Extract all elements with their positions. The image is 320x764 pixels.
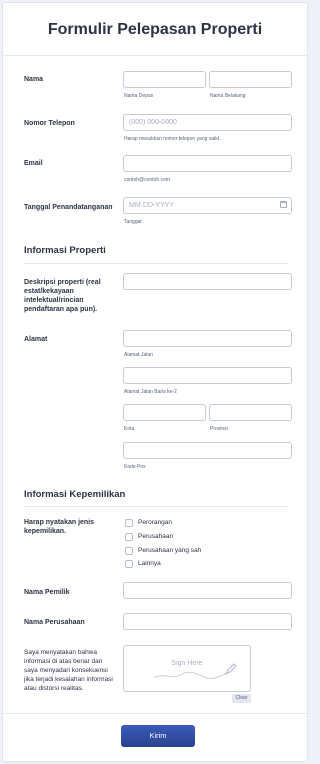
street2-sublabel: Alamat Jalan Baris ke-2 (124, 389, 177, 395)
email-input[interactable] (123, 155, 292, 172)
date-field (123, 197, 292, 214)
checkbox[interactable] (125, 546, 133, 555)
first-name-input[interactable] (123, 71, 206, 88)
section-kepemilikan-title: Informasi Kepemilikan (24, 489, 126, 500)
option-lainnya[interactable]: Lainnya (125, 559, 161, 568)
email-sublabel: contoh@contoh.com (124, 177, 170, 183)
option-perusahaan-sah[interactable]: Perusahaan yang sah (125, 546, 201, 555)
last-name-input[interactable] (209, 71, 292, 88)
pernyataan-label: Saya menyatakan bahwa informasi di atas … (24, 649, 113, 692)
alamat-label: Alamat (24, 336, 48, 343)
nama-pemilik-label: Nama Pemilik (24, 589, 70, 596)
form-title: Formulir Pelepasan Properti (47, 21, 263, 38)
date-sublabel: Tanggal (124, 219, 142, 225)
first-name-sublabel: Nama Depan (124, 93, 154, 99)
option-label: Perorangan (138, 519, 172, 526)
section-kepemilikan-divider (24, 506, 289, 507)
section-properti-title: Informasi Properti (24, 245, 106, 256)
tanggal-label: Tanggal Penandatanganan (24, 204, 113, 211)
street-input[interactable] (123, 330, 292, 347)
submit-button[interactable]: Kirim (121, 725, 195, 747)
owner-name-input[interactable] (123, 582, 292, 599)
option-label: Perusahaan yang sah (138, 547, 202, 554)
postal-sublabel: Kode Pos (124, 464, 146, 470)
title-divider (3, 55, 307, 56)
checkbox[interactable] (125, 559, 133, 568)
option-label: Perusahaan (138, 533, 174, 540)
company-name-input[interactable] (123, 613, 292, 630)
footer-divider (3, 713, 307, 714)
street2-input[interactable] (123, 367, 292, 384)
option-perorangan[interactable]: Perorangan (125, 518, 172, 527)
last-name-sublabel: Nama Belakang (210, 93, 246, 99)
pen-icon (224, 663, 237, 676)
date-input[interactable] (123, 197, 292, 214)
email-label: Email (24, 160, 43, 167)
form-card: Formulir Pelepasan Properti Nama Nama De… (2, 2, 308, 762)
checkbox[interactable] (125, 532, 133, 541)
option-label: Lainnya (138, 560, 161, 567)
clear-signature-button[interactable]: Clear (232, 694, 251, 703)
nama-perusahaan-label: Nama Perusahaan (24, 619, 85, 626)
street-sublabel: Alamat Jalan (124, 352, 153, 358)
checkbox[interactable] (125, 518, 133, 527)
city-sublabel: Kota (124, 426, 135, 432)
calendar-icon[interactable] (280, 201, 287, 208)
province-sublabel: Provinsi (210, 426, 228, 432)
deskripsi-label: Deskripsi properti (real estat/kekayaan … (24, 279, 101, 313)
telepon-label: Nomor Telepon (24, 120, 75, 127)
province-input[interactable] (209, 404, 292, 421)
nama-label: Nama (24, 76, 44, 83)
jenis-label: Harap nyatakan jenis kepemilikan. (24, 519, 95, 535)
section-properti-divider (24, 263, 289, 264)
phone-sublabel: Harap masukkan nomor telepon yang valid. (124, 136, 221, 142)
city-input[interactable] (123, 404, 206, 421)
signature-pad[interactable]: Sign Here (123, 645, 251, 692)
deskripsi-input[interactable] (123, 273, 292, 290)
postal-input[interactable] (123, 442, 292, 459)
phone-input[interactable] (123, 114, 292, 131)
option-perusahaan[interactable]: Perusahaan (125, 532, 173, 541)
